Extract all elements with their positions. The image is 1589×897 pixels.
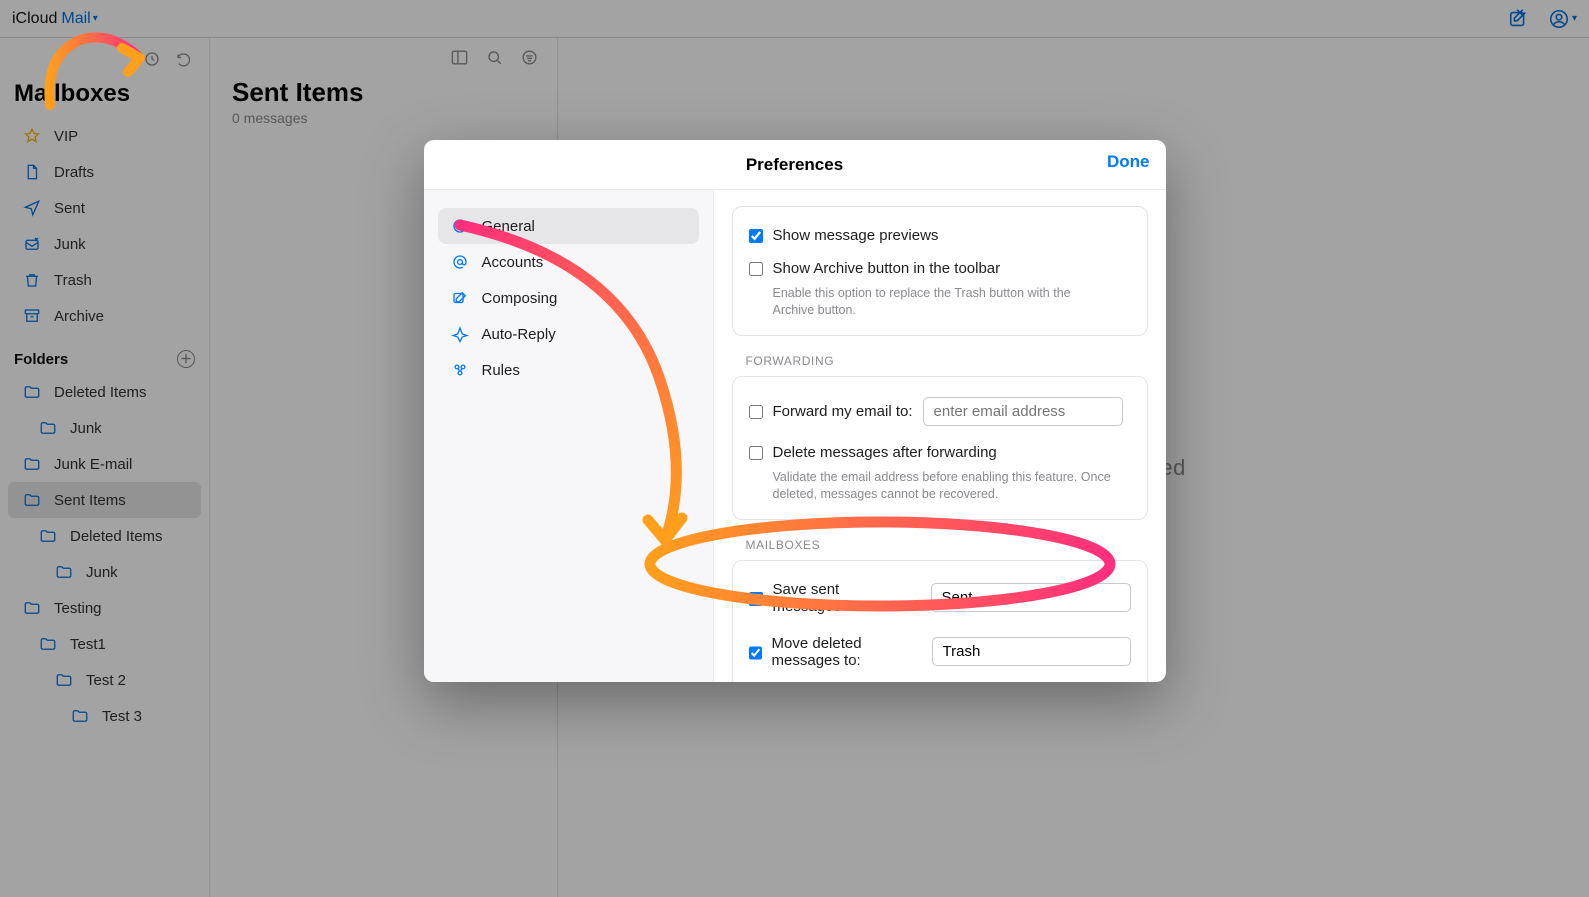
row-save-sent: Save sent messages in: Sent [749,577,1131,619]
label-show-archive: Show Archive button in the toolbar [773,260,1001,277]
compose-small-icon [450,288,470,308]
modal-title: Preferences [746,155,843,175]
move-deleted-value: Trash [943,643,981,660]
preferences-modal: Preferences Done General Accounts [424,140,1166,682]
rules-icon [450,360,470,380]
save-sent-select[interactable]: Sent [931,583,1131,612]
modal-body: General Accounts Composing [424,190,1166,682]
label-forward: Forward my email to: [773,403,913,420]
done-button[interactable]: Done [1107,152,1150,172]
forwarding-card: Forward my email to: Delete messages aft… [732,376,1148,520]
nav-auto-reply[interactable]: Auto-Reply [438,316,699,352]
nav-composing[interactable]: Composing [438,280,699,316]
check-circle-icon [450,216,470,236]
nav-label: Rules [482,362,520,379]
nav-accounts[interactable]: Accounts [438,244,699,280]
label-move-deleted: Move deleted messages to: [772,635,922,669]
label-delete-after-fwd: Delete messages after forwarding [773,444,997,461]
modal-scrim: Preferences Done General Accounts [0,0,1589,897]
nav-label: General [482,218,535,235]
at-icon [450,252,470,272]
move-deleted-select[interactable]: Trash [932,637,1131,666]
nav-label: Composing [482,290,558,307]
row-show-archive: Show Archive button in the toolbar [749,256,1131,281]
row-move-deleted: Move deleted messages to: Trash [749,631,1131,673]
checkbox-show-archive[interactable] [749,262,763,276]
nav-rules[interactable]: Rules [438,352,699,388]
nav-general[interactable]: General [438,208,699,244]
row-show-previews: Show message previews [749,223,1131,248]
nav-label: Auto-Reply [482,326,556,343]
modal-content: Show message previews Show Archive butto… [714,190,1166,682]
checkbox-move-deleted[interactable] [749,646,762,660]
forward-email-input[interactable] [923,397,1123,426]
mailboxes-card: Save sent messages in: Sent Move deleted… [732,560,1148,683]
viewing-card: Show message previews Show Archive butto… [732,206,1148,336]
hint-delete-after-fwd: Validate the email address before enabli… [773,469,1113,503]
hint-show-archive: Enable this option to replace the Trash … [773,285,1113,319]
modal-header: Preferences Done [424,140,1166,190]
checkbox-forward[interactable] [749,405,763,419]
checkbox-delete-after-fwd[interactable] [749,446,763,460]
save-sent-value: Sent [942,589,973,606]
section-forwarding: FORWARDING [746,354,1148,368]
section-mailboxes: MAILBOXES [746,538,1148,552]
row-delete-after-fwd: Delete messages after forwarding [749,440,1131,465]
checkbox-save-sent[interactable] [749,592,763,606]
label-save-sent: Save sent messages in: [773,581,903,615]
checkbox-show-previews[interactable] [749,229,763,243]
modal-nav: General Accounts Composing [424,190,714,682]
nav-label: Accounts [482,254,544,271]
airplane-icon [450,324,470,344]
label-show-previews: Show message previews [773,227,939,244]
row-forward-email: Forward my email to: [749,393,1131,430]
